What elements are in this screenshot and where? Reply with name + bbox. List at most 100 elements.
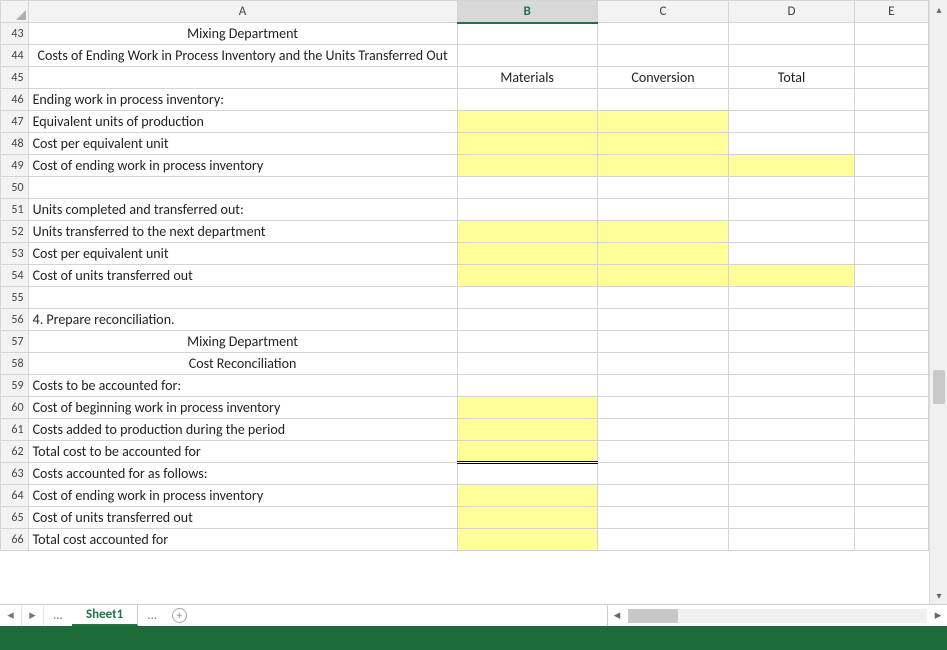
- row-header[interactable]: 48: [1, 133, 29, 155]
- cell-A60[interactable]: Cost of beginning work in process invent…: [28, 397, 457, 419]
- cell-E53[interactable]: [854, 243, 928, 265]
- row-header[interactable]: 43: [1, 23, 29, 45]
- cell-E65[interactable]: [854, 507, 928, 529]
- cell-B53[interactable]: [457, 243, 597, 265]
- row-header[interactable]: 53: [1, 243, 29, 265]
- cell-B58[interactable]: [457, 353, 597, 375]
- row-header[interactable]: 56: [1, 309, 29, 331]
- cell-D63[interactable]: [729, 463, 854, 485]
- sheet-tab-active[interactable]: Sheet1: [72, 605, 138, 626]
- cell-A59[interactable]: Costs to be accounted for:: [28, 375, 457, 397]
- cell-E66[interactable]: [854, 529, 928, 551]
- cell-B62[interactable]: [457, 441, 597, 463]
- cell-E46[interactable]: [854, 89, 928, 111]
- cell-D46[interactable]: [729, 89, 854, 111]
- worksheet-grid[interactable]: A B C D E 43 Mixing Department 44 Costs …: [0, 0, 929, 551]
- cell-E51[interactable]: [854, 199, 928, 221]
- cell-A52[interactable]: Units transferred to the next department: [28, 221, 457, 243]
- cell-D51[interactable]: [729, 199, 854, 221]
- cell-E56[interactable]: [854, 309, 928, 331]
- cell-B60[interactable]: [457, 397, 597, 419]
- cell-A65[interactable]: Cost of units transferred out: [28, 507, 457, 529]
- row-header[interactable]: 52: [1, 221, 29, 243]
- col-header-E[interactable]: E: [854, 1, 928, 23]
- cell-B47[interactable]: [457, 111, 597, 133]
- cell-B43[interactable]: [457, 23, 597, 45]
- row-header[interactable]: 55: [1, 287, 29, 309]
- cell-C49[interactable]: [597, 155, 729, 177]
- cell-C58[interactable]: [597, 353, 729, 375]
- cell-D49[interactable]: [729, 155, 854, 177]
- cell-A56[interactable]: 4. Prepare reconciliation.: [28, 309, 457, 331]
- cell-D58[interactable]: [729, 353, 854, 375]
- cell-A55[interactable]: [28, 287, 457, 309]
- col-header-B[interactable]: B: [457, 1, 597, 23]
- cell-A46[interactable]: Ending work in process inventory:: [28, 89, 457, 111]
- cell-B46[interactable]: [457, 89, 597, 111]
- row-header[interactable]: 59: [1, 375, 29, 397]
- cell-A48[interactable]: Cost per equivalent unit: [28, 133, 457, 155]
- add-sheet-button[interactable]: +: [166, 605, 192, 626]
- cell-B57[interactable]: [457, 331, 597, 353]
- cell-E57[interactable]: [854, 331, 928, 353]
- cell-C54[interactable]: [597, 265, 729, 287]
- cell-D52[interactable]: [729, 221, 854, 243]
- cell-D54[interactable]: [729, 265, 854, 287]
- cell-E64[interactable]: [854, 485, 928, 507]
- cell-E48[interactable]: [854, 133, 928, 155]
- cell-C46[interactable]: [597, 89, 729, 111]
- cell-D47[interactable]: [729, 111, 854, 133]
- row-header[interactable]: 64: [1, 485, 29, 507]
- row-header[interactable]: 57: [1, 331, 29, 353]
- cell-D45[interactable]: Total: [729, 67, 854, 89]
- cell-C45[interactable]: Conversion: [597, 67, 729, 89]
- row-header[interactable]: 46: [1, 89, 29, 111]
- cell-D59[interactable]: [729, 375, 854, 397]
- cell-B56[interactable]: [457, 309, 597, 331]
- cell-E49[interactable]: [854, 155, 928, 177]
- scroll-down-arrow-icon[interactable]: ▾: [930, 586, 947, 604]
- scroll-left-arrow-icon[interactable]: ◂: [608, 608, 626, 623]
- cell-D64[interactable]: [729, 485, 854, 507]
- cell-B54[interactable]: [457, 265, 597, 287]
- cell-C56[interactable]: [597, 309, 729, 331]
- cell-A61[interactable]: Costs added to production during the per…: [28, 419, 457, 441]
- col-header-A[interactable]: A: [28, 1, 457, 23]
- cell-D61[interactable]: [729, 419, 854, 441]
- horizontal-scroll-track[interactable]: [628, 609, 927, 623]
- row-header[interactable]: 65: [1, 507, 29, 529]
- cell-C64[interactable]: [597, 485, 729, 507]
- cell-B66[interactable]: [457, 529, 597, 551]
- cell-B65[interactable]: [457, 507, 597, 529]
- row-header[interactable]: 51: [1, 199, 29, 221]
- cell-C63[interactable]: [597, 463, 729, 485]
- cell-B45[interactable]: Materials: [457, 67, 597, 89]
- cell-E62[interactable]: [854, 441, 928, 463]
- cell-E52[interactable]: [854, 221, 928, 243]
- cell-C60[interactable]: [597, 397, 729, 419]
- cell-E55[interactable]: [854, 287, 928, 309]
- cell-A53[interactable]: Cost per equivalent unit: [28, 243, 457, 265]
- cell-A54[interactable]: Cost of units transferred out: [28, 265, 457, 287]
- cell-D44[interactable]: [729, 45, 854, 67]
- row-header[interactable]: 49: [1, 155, 29, 177]
- cell-D50[interactable]: [729, 177, 854, 199]
- row-header[interactable]: 60: [1, 397, 29, 419]
- cell-A64[interactable]: Cost of ending work in process inventory: [28, 485, 457, 507]
- cell-E61[interactable]: [854, 419, 928, 441]
- cell-E47[interactable]: [854, 111, 928, 133]
- row-header[interactable]: 54: [1, 265, 29, 287]
- cell-C44[interactable]: [597, 45, 729, 67]
- cell-A57[interactable]: Mixing Department: [28, 331, 457, 353]
- cell-C50[interactable]: [597, 177, 729, 199]
- vertical-scrollbar[interactable]: ▴ ▾: [929, 0, 947, 604]
- cell-B59[interactable]: [457, 375, 597, 397]
- cell-B52[interactable]: [457, 221, 597, 243]
- tab-nav-more-right-icon[interactable]: …: [138, 605, 166, 626]
- cell-E44[interactable]: [854, 45, 928, 67]
- cell-A47[interactable]: Equivalent units of production: [28, 111, 457, 133]
- col-header-C[interactable]: C: [597, 1, 729, 23]
- row-header[interactable]: 63: [1, 463, 29, 485]
- cell-D53[interactable]: [729, 243, 854, 265]
- cell-D60[interactable]: [729, 397, 854, 419]
